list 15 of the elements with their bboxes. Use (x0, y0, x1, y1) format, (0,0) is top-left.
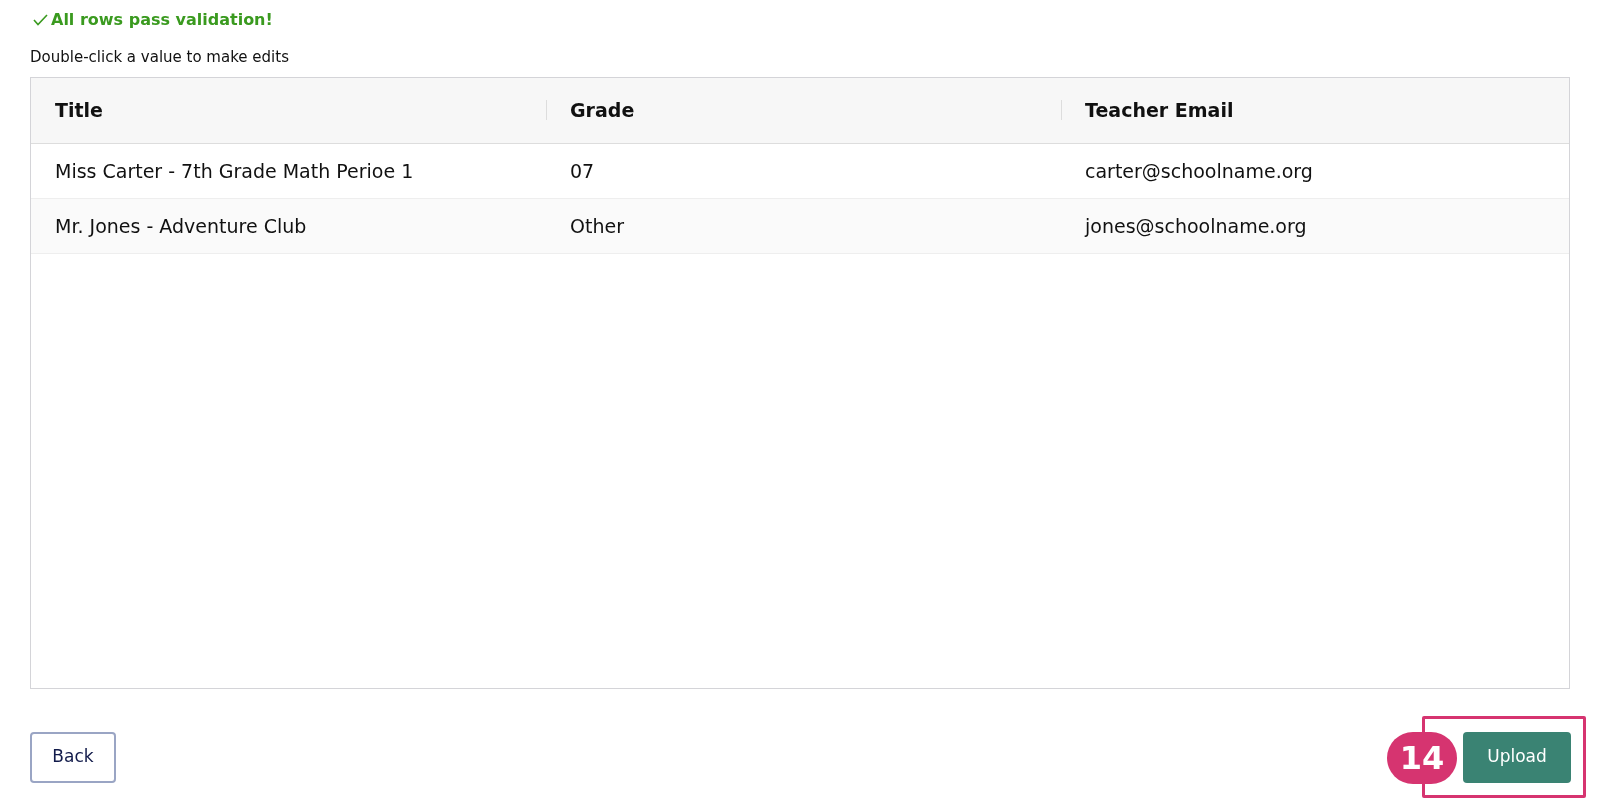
table-cell-text: Miss Carter - 7th Grade Math Perioe 1 (54, 158, 414, 184)
table-cell-text: jones@schoolname.org (1083, 213, 1307, 239)
upload-button[interactable]: Upload (1463, 731, 1571, 783)
check-icon (33, 14, 48, 26)
validation-message: All rows pass validation! (51, 9, 273, 31)
back-button[interactable]: Back (30, 731, 116, 783)
table-cell-text: Mr. Jones - Adventure Club (54, 213, 307, 239)
column-header: Teacher Email (1084, 98, 1234, 124)
table-cell-text: 07 (569, 158, 595, 184)
column-header: Grade (569, 98, 635, 124)
step-badge: 14 (1387, 732, 1457, 784)
table-cell-text: carter@schoolname.org (1084, 158, 1313, 184)
table-cell-text: Other (569, 213, 624, 239)
instruction-text: Double-click a value to make edits (30, 47, 290, 68)
column-header: Title (54, 98, 103, 124)
